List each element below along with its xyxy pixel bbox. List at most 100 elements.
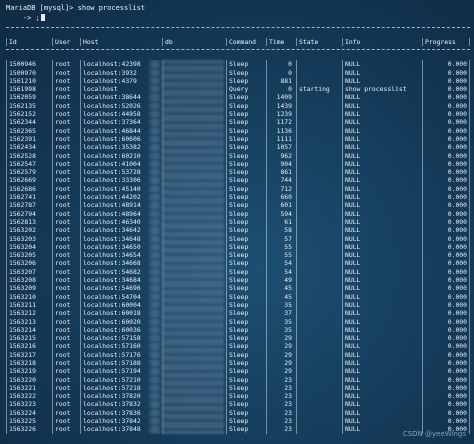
cell-progress: 0.000 xyxy=(422,193,470,202)
cell-state xyxy=(296,234,340,243)
cell-command: Sleep xyxy=(226,251,264,260)
cell-state xyxy=(296,392,340,401)
table-row: 1562528 root localhost:60210 Sleep 962 NULL 0.… xyxy=(6,151,470,160)
cell-state xyxy=(296,126,340,135)
cell-user: root xyxy=(52,176,78,185)
cell-user: root xyxy=(52,367,78,376)
cell-host: localhost:45140 xyxy=(80,184,160,194)
cell-progress: 0.000 xyxy=(422,400,470,409)
cell-db xyxy=(162,392,224,401)
cell-id: 1562794 xyxy=(6,209,50,218)
cell-host: localhost:46340 xyxy=(80,217,160,227)
cell-state xyxy=(296,425,340,434)
cell-info: NULL xyxy=(342,375,420,384)
cell-progress: 0.000 xyxy=(422,217,470,227)
cell-info: NULL xyxy=(342,267,420,277)
cell-db xyxy=(162,309,224,318)
cell-state xyxy=(296,334,340,343)
table-row: 1500946 root localhost:42398 Sleep 0 NULL 0.00… xyxy=(6,60,470,69)
cell-progress: 0.000 xyxy=(422,417,470,426)
cell-time: 37 xyxy=(266,309,294,318)
cell-db xyxy=(162,76,224,86)
cell-info: NULL xyxy=(342,292,420,301)
cell-host: localhost:54696 xyxy=(80,284,160,293)
cell-command: Sleep xyxy=(226,68,264,77)
cell-state xyxy=(296,176,340,185)
cell-info: NULL xyxy=(342,176,420,185)
cell-state xyxy=(296,367,340,376)
cell-state xyxy=(296,193,340,202)
cell-progress: 0.000 xyxy=(422,408,470,418)
cell-progress: 0.000 xyxy=(422,143,470,152)
table-row: 1562059 root localhost:38644 Sleep 1409 NULL 0… xyxy=(6,93,470,102)
cell-command: Sleep xyxy=(226,417,264,426)
cell-info: show processlist xyxy=(342,85,420,94)
cell-progress: 0.000 xyxy=(422,267,470,277)
cell-db xyxy=(162,193,224,202)
cell-progress: 0.000 xyxy=(422,201,470,210)
cell-info: NULL xyxy=(342,276,420,285)
cell-time: 35 xyxy=(266,317,294,326)
cell-time: 55 xyxy=(266,251,294,260)
cell-state xyxy=(296,309,340,318)
cell-time: 29 xyxy=(266,367,294,376)
cell-command: Sleep xyxy=(226,284,264,293)
table-row: 1563223 root localhost:37832 Sleep 23 NULL 0.0… xyxy=(6,400,470,409)
column-header-command: Command xyxy=(226,38,264,47)
cell-id: 1562434 xyxy=(6,143,50,152)
cell-progress: 0.000 xyxy=(422,60,470,69)
cell-state xyxy=(296,93,340,102)
cell-info: NULL xyxy=(342,126,420,135)
cell-info: NULL xyxy=(342,209,420,218)
cell-db xyxy=(162,267,224,277)
cell-user: root xyxy=(52,350,78,359)
cell-user: root xyxy=(52,284,78,293)
table-row: 1563208 root localhost:34684 Sleep 49 NULL 0.0… xyxy=(6,276,470,285)
cell-command: Sleep xyxy=(226,209,264,218)
cell-user: root xyxy=(52,392,78,401)
table-row: 1563216 root localhost:57160 Sleep 29 NULL 0.0… xyxy=(6,342,470,351)
cell-host: localhost:37820 xyxy=(80,392,160,401)
cell-command: Sleep xyxy=(226,110,264,119)
table-separator-mid xyxy=(6,49,470,58)
cell-state xyxy=(296,417,340,426)
cell-host: localhost:44958 xyxy=(80,110,160,119)
cell-id: 1563226 xyxy=(6,425,50,434)
cell-progress: 0.000 xyxy=(422,68,470,77)
cell-host: localhost:34642 xyxy=(80,226,160,235)
cell-info: NULL xyxy=(342,93,420,102)
cell-time: 23 xyxy=(266,400,294,409)
cell-state xyxy=(296,342,340,351)
terminal-window[interactable]: MariaDB [mysql]> show processlist -> ; I… xyxy=(4,2,472,442)
cell-time: 23 xyxy=(266,383,294,393)
cell-progress: 0.000 xyxy=(422,358,470,368)
cell-state xyxy=(296,358,340,368)
cell-db xyxy=(162,375,224,384)
cell-state xyxy=(296,209,340,218)
cell-host: localhost:37848 xyxy=(80,425,160,434)
cell-info: NULL xyxy=(342,400,420,409)
cell-db xyxy=(162,101,224,111)
cell-host: localhost:44202 xyxy=(80,193,160,202)
cell-progress: 0.000 xyxy=(422,300,470,310)
cell-state xyxy=(296,292,340,301)
cell-host: localhost:37836 xyxy=(80,408,160,418)
table-row: 1563205 root localhost:34654 Sleep 55 NULL 0.0… xyxy=(6,251,470,260)
cell-info: NULL xyxy=(342,383,420,393)
cell-db xyxy=(162,417,224,426)
cell-host: localhost:57176 xyxy=(80,350,160,359)
column-header-info: Info xyxy=(342,38,420,47)
cell-state xyxy=(296,217,340,227)
cell-info: NULL xyxy=(342,417,420,426)
cell-info: NULL xyxy=(342,193,420,202)
cell-state xyxy=(296,168,340,177)
cell-db xyxy=(162,259,224,268)
cell-user: root xyxy=(52,76,78,86)
cell-progress: 0.000 xyxy=(422,209,470,218)
cell-time: 712 xyxy=(266,184,294,194)
cell-info: NULL xyxy=(342,151,420,160)
cell-host: localhost:3932 xyxy=(80,68,160,77)
table-row: 1563209 root localhost:54696 Sleep 45 NULL 0.0… xyxy=(6,284,470,293)
cell-time: 744 xyxy=(266,176,294,185)
cell-info: NULL xyxy=(342,392,420,401)
